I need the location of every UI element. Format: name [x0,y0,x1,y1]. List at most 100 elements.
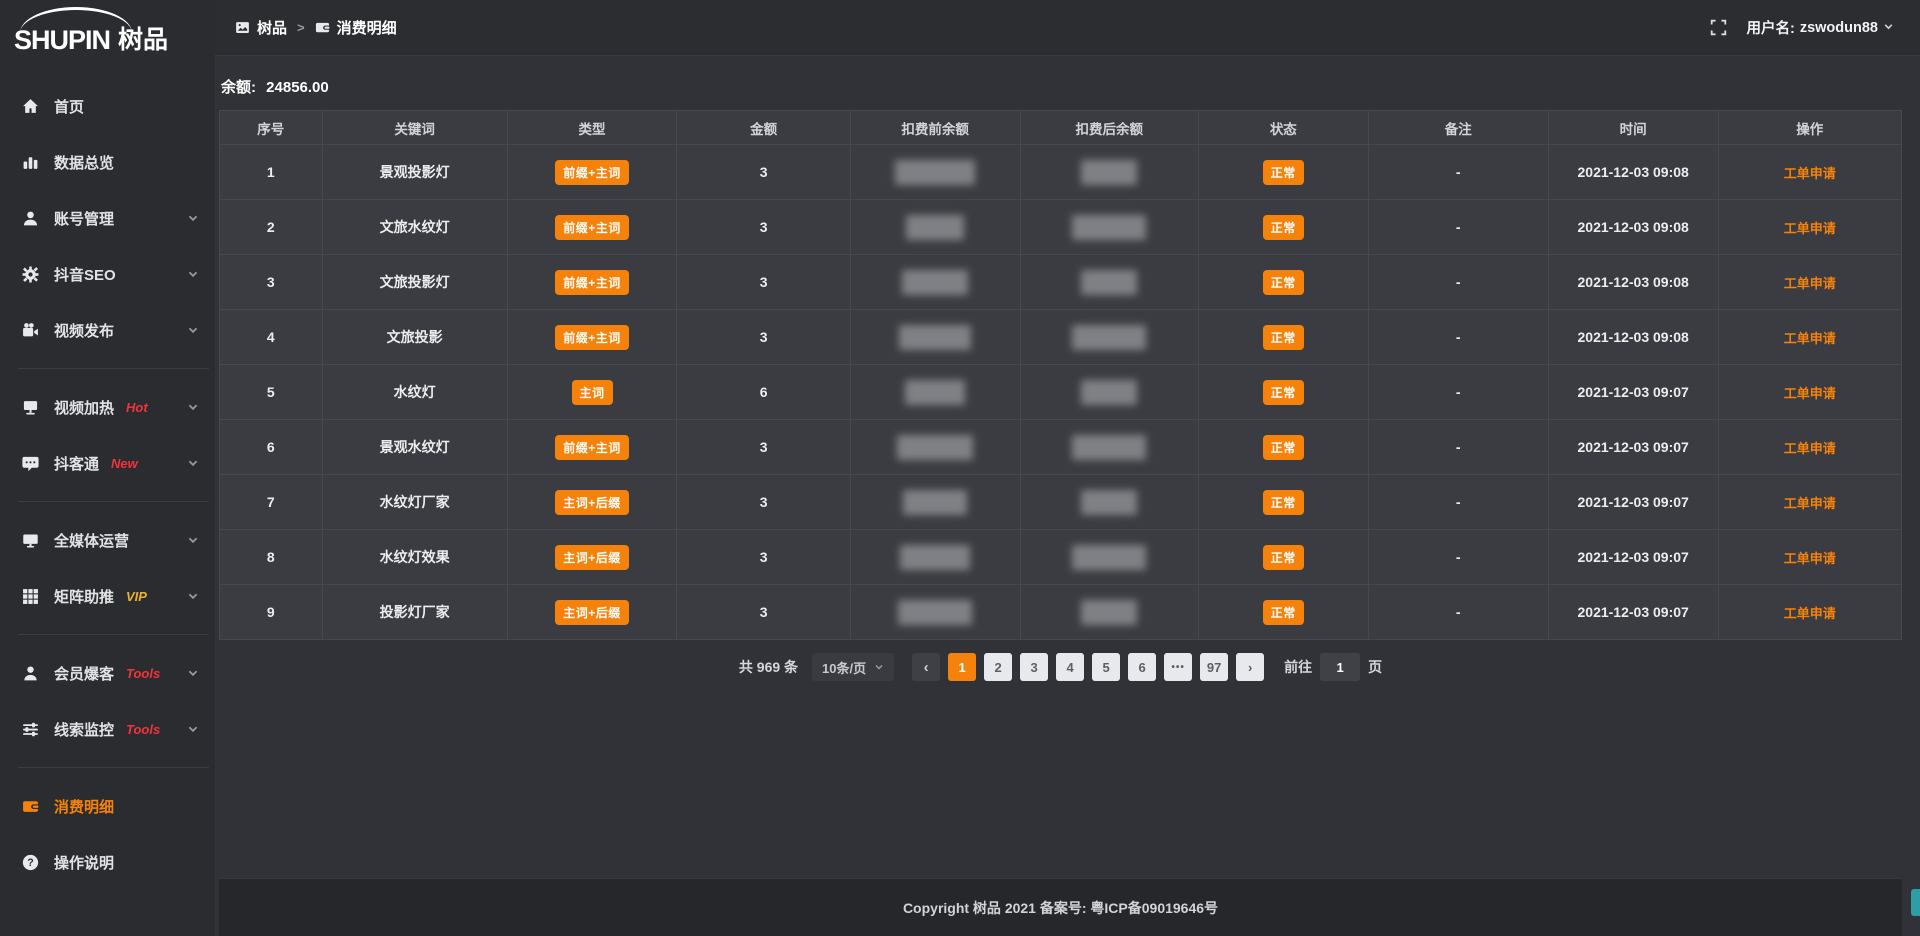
status-badge: 正常 [1263,435,1304,460]
fullscreen-icon[interactable] [1710,19,1727,36]
redacted-balance-after [1081,490,1137,515]
work-order-link[interactable]: 工单申请 [1784,166,1836,181]
breadcrumb-item-home[interactable]: 树品 [257,17,287,38]
redacted-balance-before [906,215,964,240]
chevron-down-icon [187,457,199,469]
work-order-link[interactable]: 工单申请 [1784,496,1836,511]
page-button-5[interactable]: 5 [1092,653,1120,681]
page-size-value: 10条/页 [822,658,866,677]
sidebar-item-5[interactable]: 视频加热 Hot [0,379,215,435]
app-logo: SHUPIN 树品 [0,0,215,72]
work-order-link[interactable]: 工单申请 [1784,386,1836,401]
type-tag: 前缀+主词 [555,435,629,460]
time-cell: 2021-12-03 09:08 [1548,200,1718,255]
sidebar-item-2[interactable]: 账号管理 [0,190,215,246]
chevron-down-icon [1883,19,1894,36]
redacted-balance-before [903,490,967,515]
redacted-balance-after [1081,160,1137,185]
sidebar-item-7[interactable]: 全媒体运营 [0,512,215,568]
sidebar-badge: New [111,456,138,471]
page-button-4[interactable]: 4 [1056,653,1084,681]
column-header-3: 金额 [677,111,850,145]
page-button-6[interactable]: 6 [1128,653,1156,681]
sidebar-item-6[interactable]: 抖客通 New [0,435,215,491]
work-order-link[interactable]: 工单申请 [1784,606,1836,621]
goto-label: 前往 [1284,657,1312,677]
status-badge: 正常 [1263,490,1304,515]
edge-widget[interactable] [1911,889,1920,916]
sidebar-item-8[interactable]: 矩阵助推 VIP [0,568,215,624]
sidebar-item-1[interactable]: 数据总览 [0,134,215,190]
goto-page: 前往 页 [1284,653,1382,681]
breadcrumb-item-current: 消费明细 [337,17,397,38]
goto-page-input[interactable] [1320,653,1360,681]
type-tag: 主词+后缀 [555,490,629,515]
sidebar-item-9[interactable]: 会员爆客 Tools [0,645,215,701]
redacted-balance-before [898,600,972,625]
redacted-balance-before [897,435,973,460]
type-tag: 前缀+主词 [555,270,629,295]
work-order-link[interactable]: 工单申请 [1784,551,1836,566]
logo-arc-decoration [20,7,132,33]
work-order-link[interactable]: 工单申请 [1784,331,1836,346]
sidebar-item-12[interactable]: ? 操作说明 [0,834,215,890]
work-order-link[interactable]: 工单申请 [1784,441,1836,456]
sidebar-item-4[interactable]: 视频发布 [0,302,215,358]
column-header-5: 扣费后余额 [1020,111,1198,145]
total-count: 共 969 条 [739,657,798,677]
redacted-balance-after [1072,435,1146,460]
top-header: 树品 > 消费明细 用户名: zswodun88 [215,0,1920,56]
column-header-6: 状态 [1198,111,1368,145]
page-button-97[interactable]: 97 [1200,653,1228,681]
page-size-select[interactable]: 10条/页 [812,653,894,681]
sliders-icon [22,720,40,738]
sidebar-menu: 首页 数据总览 账号管理 抖音SEO 视频发布 视频加热 Hot 抖客通 New [0,72,215,890]
page-button-1[interactable]: 1 [948,653,976,681]
image-icon [235,20,250,35]
redacted-balance-after [1072,215,1146,240]
column-header-1: 关键词 [322,111,507,145]
work-order-link[interactable]: 工单申请 [1784,276,1836,291]
sidebar-divider [18,368,209,369]
copyright-text: Copyright 树品 2021 备案号: 粤ICP备09019646号 [903,898,1218,918]
status-badge: 正常 [1263,325,1304,350]
balance-summary: 余额: 24856.00 [221,76,1902,97]
page-button-2[interactable]: 2 [984,653,1012,681]
sidebar-item-0[interactable]: 首页 [0,78,215,134]
remark-cell: - [1368,310,1548,365]
chevron-down-icon [187,590,199,602]
next-page-button[interactable]: › [1236,653,1264,681]
user-dropdown[interactable]: 用户名: zswodun88 [1747,17,1895,38]
type-tag: 前缀+主词 [555,215,629,240]
prev-page-button[interactable]: ‹ [912,653,940,681]
username-label: 用户名: [1747,17,1795,38]
page-ellipsis-button[interactable]: ••• [1164,653,1192,681]
table-row: 7 水纹灯厂家 主词+后缀 3 正常 - 2021-12-03 09:07 工单… [220,475,1902,530]
table-row: 3 文旅投影灯 前缀+主词 3 正常 - 2021-12-03 09:08 工单… [220,255,1902,310]
status-badge: 正常 [1263,380,1304,405]
type-tag: 主词+后缀 [555,600,629,625]
work-order-link[interactable]: 工单申请 [1784,221,1836,236]
sidebar-item-3[interactable]: 抖音SEO [0,246,215,302]
sidebar-item-10[interactable]: 线索监控 Tools [0,701,215,757]
table-row: 4 文旅投影 前缀+主词 3 正常 - 2021-12-03 09:08 工单申… [220,310,1902,365]
remark-cell: - [1368,420,1548,475]
balance-label: 余额: [221,79,256,96]
status-badge: 正常 [1263,270,1304,295]
redacted-balance-before [902,270,968,295]
table-row: 6 景观水纹灯 前缀+主词 3 正常 - 2021-12-03 09:07 工单… [220,420,1902,475]
table-row: 8 水纹灯效果 主词+后缀 3 正常 - 2021-12-03 09:07 工单… [220,530,1902,585]
user-icon [22,209,40,227]
column-header-7: 备注 [1368,111,1548,145]
type-tag: 前缀+主词 [555,160,629,185]
chevron-down-icon [187,723,199,735]
balance-value: 24856.00 [266,79,329,96]
column-header-9: 操作 [1718,111,1901,145]
remark-cell: - [1368,365,1548,420]
remark-cell: - [1368,475,1548,530]
sidebar-item-11[interactable]: 消费明细 [0,778,215,834]
page-button-3[interactable]: 3 [1020,653,1048,681]
header-right: 用户名: zswodun88 [1710,17,1895,38]
chevron-down-icon [187,268,199,280]
page-footer: Copyright 树品 2021 备案号: 粤ICP备09019646号 [219,878,1902,936]
